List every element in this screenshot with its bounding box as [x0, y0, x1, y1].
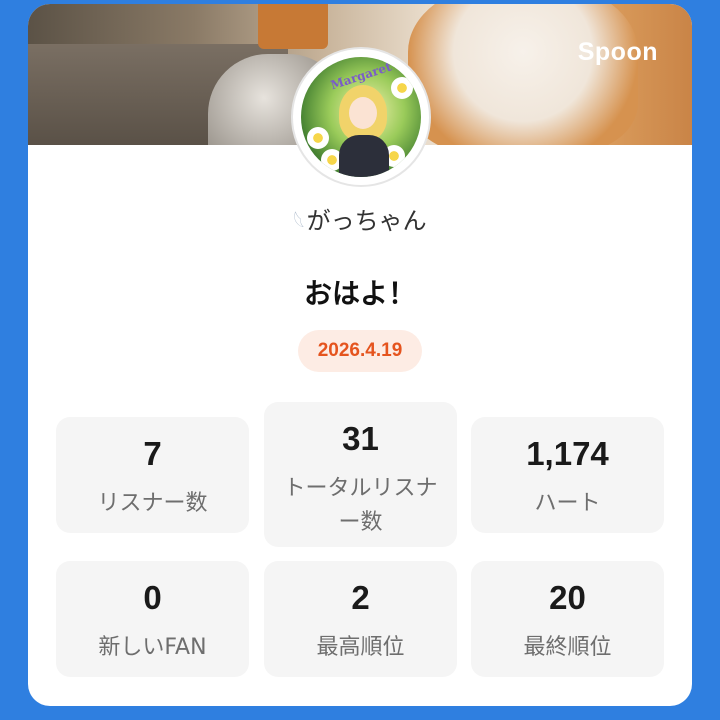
- stat-value: 2: [351, 579, 370, 616]
- stat-value: 1,174: [526, 435, 609, 472]
- stat-value: 7: [143, 435, 162, 472]
- stat-final-rank: 20 最終順位: [471, 561, 664, 677]
- stat-label-line1: トータルリスナ: [283, 476, 438, 501]
- stat-label: 新しいFAN: [98, 635, 207, 660]
- banner-dog: [408, 4, 638, 145]
- stat-new-fans: 0 新しいFAN: [56, 561, 249, 677]
- date-badge: 2026.4.19: [298, 330, 422, 372]
- stat-value: 0: [143, 579, 162, 616]
- avatar-body: [339, 135, 389, 177]
- stat-total-listeners: 31 トータルリスナ ー数: [264, 402, 457, 547]
- stat-listeners: 7 リスナー数: [56, 417, 249, 533]
- stat-highest-rank: 2 最高順位: [264, 561, 457, 677]
- stat-label: 最終順位: [523, 635, 612, 660]
- stat-label: 最高順位: [316, 635, 405, 660]
- stat-value: 31: [342, 420, 379, 457]
- flower-decoration: [391, 77, 413, 99]
- stat-label: リスナー数: [97, 491, 208, 516]
- brand-logo: Spoon: [577, 38, 658, 66]
- stat-label: ハート: [534, 491, 601, 516]
- stats-card: Spoon Margaret 𓆩がっちゃん おはよ！ 2026.4.19 7 リ…: [28, 4, 692, 706]
- stat-hearts: 1,174 ハート: [471, 417, 664, 533]
- username: 𓆩がっちゃん: [28, 201, 692, 236]
- banner-pot: [258, 4, 328, 49]
- avatar-image: Margaret: [301, 57, 421, 177]
- stat-value: 20: [549, 579, 586, 616]
- avatar[interactable]: Margaret: [293, 49, 429, 185]
- wing-icon: 𓆩: [293, 210, 305, 234]
- greeting-title: おはよ！: [303, 277, 416, 310]
- flower-decoration: [307, 127, 329, 149]
- avatar-face: [349, 97, 377, 129]
- username-text: がっちゃん: [306, 207, 427, 235]
- stat-label-line2: ー数: [338, 510, 383, 535]
